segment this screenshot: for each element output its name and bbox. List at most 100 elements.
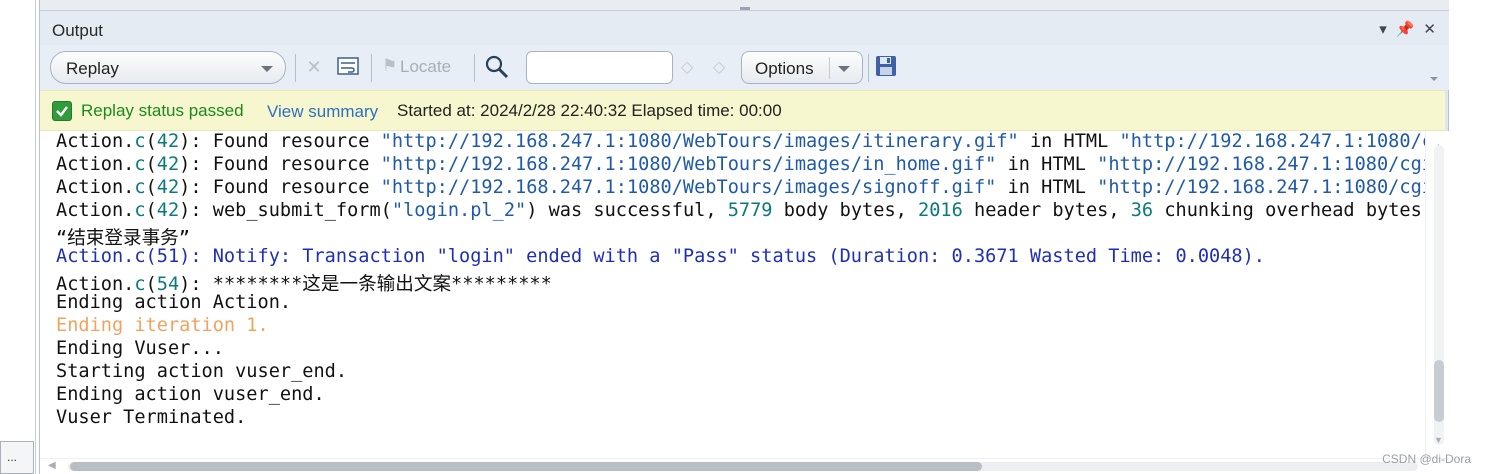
pin-icon[interactable]: 📌: [1396, 20, 1415, 38]
log-segment: "login.pl_2": [391, 200, 527, 221]
log-segment: c: [134, 154, 146, 175]
log-line: Vuser Terminated.: [56, 407, 246, 428]
save-icon[interactable]: [875, 55, 899, 79]
check-icon: [52, 101, 72, 121]
log-segment: Action.: [56, 177, 135, 198]
log-line: Action.c(42): Found resource "http://192…: [56, 177, 1425, 198]
log-segment: Action.: [56, 131, 135, 152]
replay-status-text: Replay status passed: [81, 101, 244, 120]
log-segment: "http://192.168.247.1:1080/WebTours/imag…: [380, 177, 997, 198]
log-line: Action.c(42): Found resource "http://192…: [56, 154, 1425, 175]
panel-menu-icon[interactable]: ▾: [1379, 20, 1387, 38]
log-segment: "http://192.168.247.1:1080/cgi-: [1097, 177, 1425, 198]
replay-log[interactable]: Action.c(42): Found resource "http://192…: [40, 131, 1425, 458]
log-segment: Ending action vuser_end.: [56, 384, 325, 405]
log-segment: Ending Vuser...: [56, 338, 224, 359]
log-segment: chunking overhead bytes: [1153, 200, 1422, 221]
log-line: Ending iteration 1.: [56, 315, 269, 336]
log-segment: in HTML: [996, 154, 1098, 175]
log-line: Ending action Action.: [56, 292, 291, 313]
log-segment: Action.: [56, 200, 135, 221]
toolbar-separator: [371, 54, 372, 82]
find-previous-icon[interactable]: ◇: [681, 57, 693, 77]
log-segment: ) was successful,: [526, 200, 728, 221]
log-segment: 36: [1130, 200, 1154, 221]
panel-splitter[interactable]: [40, 0, 1450, 11]
log-segment: 42: [156, 200, 180, 221]
log-segment: ): Found resource: [179, 154, 381, 175]
left-edge-strip: ...: [0, 0, 36, 474]
log-segment: in HTML: [996, 177, 1098, 198]
log-segment: Ending action Action.: [56, 292, 292, 313]
locate-button[interactable]: Locate: [400, 57, 451, 77]
toolbar-separator: [474, 54, 475, 82]
log-segment: in HTML: [1018, 131, 1120, 152]
vertical-scrollbar[interactable]: ▲ ▼: [1425, 131, 1450, 458]
log-segment: (: [145, 200, 157, 221]
search-input[interactable]: [526, 51, 673, 84]
log-segment: ): Found resource: [179, 177, 381, 198]
log-segment: Vuser Terminated.: [56, 407, 247, 428]
log-segment: Ending iteration 1.: [56, 315, 269, 336]
chevron-down-icon: [261, 66, 273, 72]
view-summary-link[interactable]: View summary: [267, 102, 378, 122]
options-label: Options: [755, 59, 814, 78]
scroll-thumb[interactable]: [1434, 360, 1444, 422]
watermark: CSDN @di-Dora: [1382, 452, 1471, 466]
log-segment: "http://192.168.247.1:1080/cg: [1119, 131, 1425, 152]
log-line: Ending Vuser...: [56, 338, 224, 359]
log-segment: 42: [156, 154, 180, 175]
log-segment: header bytes,: [962, 200, 1131, 221]
scroll-thumb[interactable]: [70, 462, 982, 471]
output-toolbar: Replay ✕ ⚑ Locate ◇ ◇ Options: [40, 45, 1450, 90]
find-next-icon[interactable]: ◇: [713, 57, 725, 77]
log-segment: c: [134, 200, 146, 221]
log-segment: c: [134, 131, 146, 152]
output-panel: Output ▾ 📌 ✕ Replay ✕ ⚑ Locate ◇ ◇ Optio…: [39, 0, 1450, 474]
log-line: Action.c(42): web_submit_form("login.pl_…: [56, 200, 1422, 221]
replay-combo-label: Replay: [66, 59, 119, 78]
log-segment: 42: [156, 177, 180, 198]
log-segment: Action.: [56, 154, 135, 175]
toolbar-overflow-icon[interactable]: [1430, 77, 1438, 81]
search-icon[interactable]: [484, 54, 510, 80]
log-segment: (: [145, 131, 157, 152]
log-segment: Action.c(51): Notify: Transaction "login…: [56, 246, 1265, 267]
toolbar-separator: [295, 54, 296, 82]
log-line: Starting action vuser_end.: [56, 361, 347, 382]
log-line: Action.c(42): Found resource "http://192…: [56, 131, 1425, 152]
log-segment: 5779: [727, 200, 773, 221]
overflow-button[interactable]: ...: [0, 441, 34, 474]
log-segment: "http://192.168.247.1:1080/WebTours/imag…: [380, 154, 997, 175]
started-at-text: Started at: 2024/2/28 22:40:32 Elapsed t…: [397, 101, 782, 120]
log-segment: ): Found resource: [179, 131, 381, 152]
wrap-text-icon[interactable]: [336, 56, 360, 78]
replay-combo[interactable]: Replay: [50, 51, 286, 84]
panel-header: Output ▾ 📌 ✕: [40, 11, 1450, 45]
log-segment: body bytes,: [772, 200, 919, 221]
log-segment: ): web_submit_form(: [179, 200, 392, 221]
clear-icon[interactable]: ✕: [302, 56, 326, 78]
splitter-grip-icon[interactable]: [740, 7, 750, 10]
horizontal-scrollbar[interactable]: ◀: [40, 458, 1450, 474]
close-icon[interactable]: ✕: [1423, 20, 1436, 38]
log-segment: c: [134, 177, 146, 198]
log-segment: 42: [156, 131, 180, 152]
log-segment: Starting action vuser_end.: [56, 361, 348, 382]
log-line: Ending action vuser_end.: [56, 384, 325, 405]
options-divider: [829, 57, 830, 79]
chevron-down-icon: [838, 66, 850, 72]
log-segment: "http://192.168.247.1:1080/WebTours/imag…: [380, 131, 1019, 152]
toolbar-separator: [868, 54, 869, 82]
log-line: Action.c(51): Notify: Transaction "login…: [56, 246, 1265, 267]
locate-flag-icon[interactable]: ⚑: [382, 56, 397, 76]
scroll-down-icon[interactable]: ▼: [1434, 435, 1443, 445]
log-segment: (: [145, 154, 157, 175]
scroll-left-icon[interactable]: ◀: [48, 460, 56, 471]
options-dropdown[interactable]: Options: [741, 51, 863, 84]
log-segment: (: [145, 177, 157, 198]
right-margin: [1449, 0, 1487, 474]
log-segment: "http://192.168.247.1:1080/cgi-: [1097, 154, 1425, 175]
log-segment: 2016: [918, 200, 963, 221]
panel-title: Output: [52, 21, 104, 40]
